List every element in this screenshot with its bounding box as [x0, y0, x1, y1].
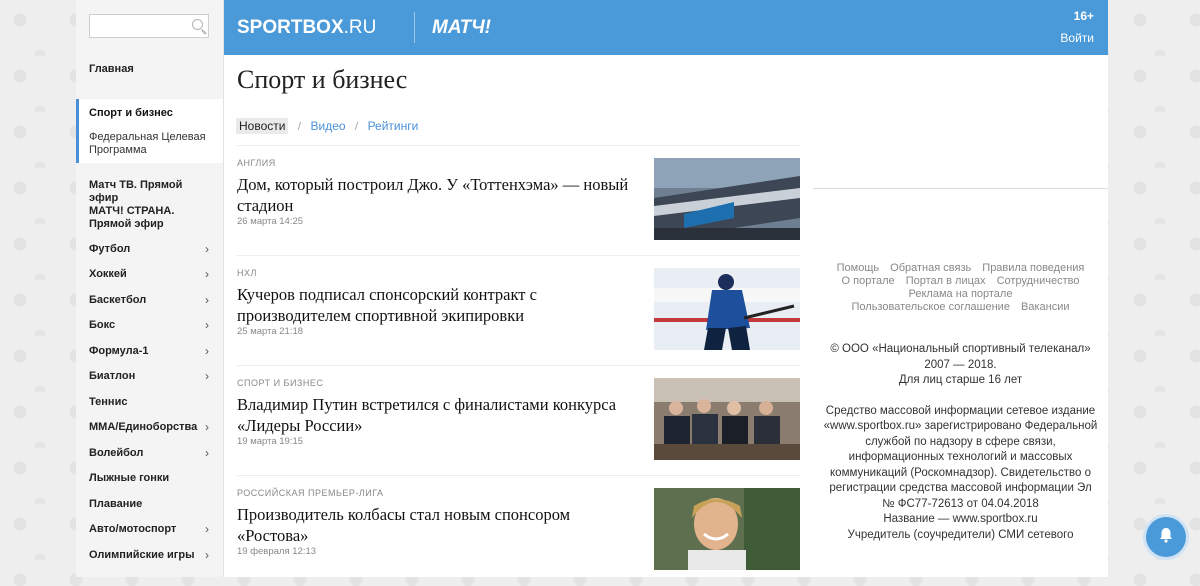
article-item[interactable]: АНГЛИЯ Дом, который построил Джо. У «Тот…: [237, 145, 800, 256]
footer-link-help[interactable]: Помощь: [837, 262, 880, 274]
sidebar-item-swimming[interactable]: Плавание: [89, 498, 209, 511]
article-date: 26 марта 14:25: [237, 216, 304, 227]
sidebar-item-formula1[interactable]: Формула-1 ›: [89, 345, 209, 358]
article-date: 25 марта 21:18: [237, 326, 304, 337]
footer-link-jobs[interactable]: Вакансии: [1021, 301, 1070, 313]
chevron-right-icon: ›: [205, 446, 209, 460]
article-title[interactable]: Дом, который построил Джо. У «Тоттенхэма…: [237, 174, 642, 216]
tab-separator: /: [354, 119, 359, 133]
sidebar-current-section: Спорт и бизнес Федеральная Целевая Прогр…: [76, 99, 223, 163]
tab-separator: /: [297, 119, 302, 133]
search-input[interactable]: [89, 14, 209, 38]
site-header: SPORTBOX.RU МАТЧ! 16+ Войти: [224, 0, 1108, 55]
search-icon[interactable]: [192, 19, 203, 30]
legal-info: © ООО «Национальный спортивный телеканал…: [823, 342, 1098, 543]
header-divider: [414, 12, 415, 43]
bell-icon: [1160, 528, 1172, 543]
article-category[interactable]: АНГЛИЯ: [237, 158, 276, 168]
content-tabs: Новости / Видео / Рейтинги: [236, 118, 419, 134]
sidebar-item-match-strana[interactable]: МАТЧ! СТРАНА. Прямой эфир: [89, 205, 209, 231]
site-name-text: Название — www.sportbox.ru: [883, 513, 1038, 525]
article-title[interactable]: Производитель колбасы стал новым спонсор…: [237, 504, 642, 546]
article-item[interactable]: РОССИЙСКАЯ ПРЕМЬЕР-ЛИГА Производитель ко…: [237, 475, 800, 586]
article-item[interactable]: СПОРТ И БИЗНЕС Владимир Путин встретился…: [237, 365, 800, 476]
sportbox-logo[interactable]: SPORTBOX.RU: [237, 17, 376, 39]
page-title: Спорт и бизнес: [237, 65, 408, 94]
sidebar-item-tennis[interactable]: Теннис: [89, 396, 209, 409]
copyright-text: © ООО «Национальный спортивный телеканал…: [830, 343, 1091, 371]
sidebar-item-boxing[interactable]: Бокс ›: [89, 319, 209, 332]
sidebar-item-match-tv[interactable]: Матч ТВ. Прямой эфир: [89, 179, 209, 205]
footer-link-feedback[interactable]: Обратная связь: [890, 262, 971, 274]
article-date: 19 марта 19:15: [237, 436, 304, 447]
article-title[interactable]: Кучеров подписал спонсорский контракт с …: [237, 284, 642, 326]
sidebar-item-basketball[interactable]: Баскетбол ›: [89, 294, 209, 307]
chevron-right-icon: ›: [205, 318, 209, 332]
sidebar-item-mma[interactable]: ММА/Единоборства ›: [89, 421, 209, 434]
chevron-right-icon: ›: [205, 242, 209, 256]
sidebar-item-football[interactable]: Футбол ›: [89, 243, 209, 256]
chevron-right-icon: ›: [205, 293, 209, 307]
sidebar-item-hockey[interactable]: Хоккей ›: [89, 268, 209, 281]
sidebar-item-volleyball[interactable]: Волейбол ›: [89, 447, 209, 460]
chevron-right-icon: ›: [205, 420, 209, 434]
article-item[interactable]: НХЛ Кучеров подписал спонсорский контрак…: [237, 255, 800, 366]
sidebar-item-olympics[interactable]: Олимпийские игры ›: [89, 549, 209, 562]
sidebar-item-biathlon[interactable]: Биатлон ›: [89, 370, 209, 383]
sidebar-item-sport-business[interactable]: Спорт и бизнес: [89, 107, 173, 119]
match-logo[interactable]: МАТЧ!: [432, 17, 491, 39]
chevron-right-icon: ›: [205, 548, 209, 562]
registration-text: Средство массовой информации сетевое изд…: [823, 404, 1098, 510]
tab-news[interactable]: Новости: [236, 118, 289, 134]
article-thumbnail-person[interactable]: [654, 488, 800, 570]
age-note: Для лиц старше 16 лет: [898, 374, 1023, 386]
article-title[interactable]: Владимир Путин встретился с финалистами …: [237, 394, 642, 436]
footer-link-agreement[interactable]: Пользовательское соглашение: [852, 301, 1010, 313]
article-date: 19 февраля 12:13: [237, 546, 317, 557]
footer-link-cooperation[interactable]: Сотрудничество: [997, 275, 1080, 287]
notification-button[interactable]: [1146, 517, 1186, 557]
footer-links: Помощь Обратная связь Правила поведения …: [813, 262, 1108, 314]
article-thumbnail-meeting[interactable]: [654, 378, 800, 460]
main-content: Спорт и бизнес Новости / Видео / Рейтинг…: [224, 55, 1108, 577]
article-category[interactable]: СПОРТ И БИЗНЕС: [237, 378, 323, 388]
footer-link-rules[interactable]: Правила поведения: [982, 262, 1084, 274]
tab-video[interactable]: Видео: [310, 119, 345, 133]
footer-link-about[interactable]: О портале: [842, 275, 895, 287]
left-sidebar: Главная Спорт и бизнес Федеральная Целев…: [76, 0, 224, 577]
article-thumbnail-stadium[interactable]: [654, 158, 800, 240]
divider: [813, 188, 1108, 189]
footer-link-ads[interactable]: Реклама на портале: [909, 288, 1013, 300]
article-category[interactable]: НХЛ: [237, 268, 257, 278]
sidebar-item-home[interactable]: Главная: [89, 63, 209, 76]
sidebar-item-ski[interactable]: Лыжные гонки: [89, 472, 209, 485]
login-link[interactable]: Войти: [1060, 31, 1094, 45]
founder-text: Учредитель (соучредители) СМИ сетевого: [847, 528, 1074, 541]
chevron-right-icon: ›: [205, 369, 209, 383]
right-column: Помощь Обратная связь Правила поведения …: [813, 55, 1108, 577]
sidebar-item-federal-program[interactable]: Федеральная Целевая Программа: [89, 131, 214, 157]
chevron-right-icon: ›: [205, 344, 209, 358]
age-rating-badge: 16+: [1073, 9, 1094, 23]
sidebar-item-auto[interactable]: Авто/мотоспорт ›: [89, 523, 209, 536]
footer-link-team[interactable]: Портал в лицах: [906, 275, 986, 287]
article-thumbnail-hockey[interactable]: [654, 268, 800, 350]
chevron-right-icon: ›: [205, 267, 209, 281]
tab-ratings[interactable]: Рейтинги: [368, 119, 419, 133]
chevron-right-icon: ›: [205, 522, 209, 536]
article-category[interactable]: РОССИЙСКАЯ ПРЕМЬЕР-ЛИГА: [237, 488, 384, 498]
